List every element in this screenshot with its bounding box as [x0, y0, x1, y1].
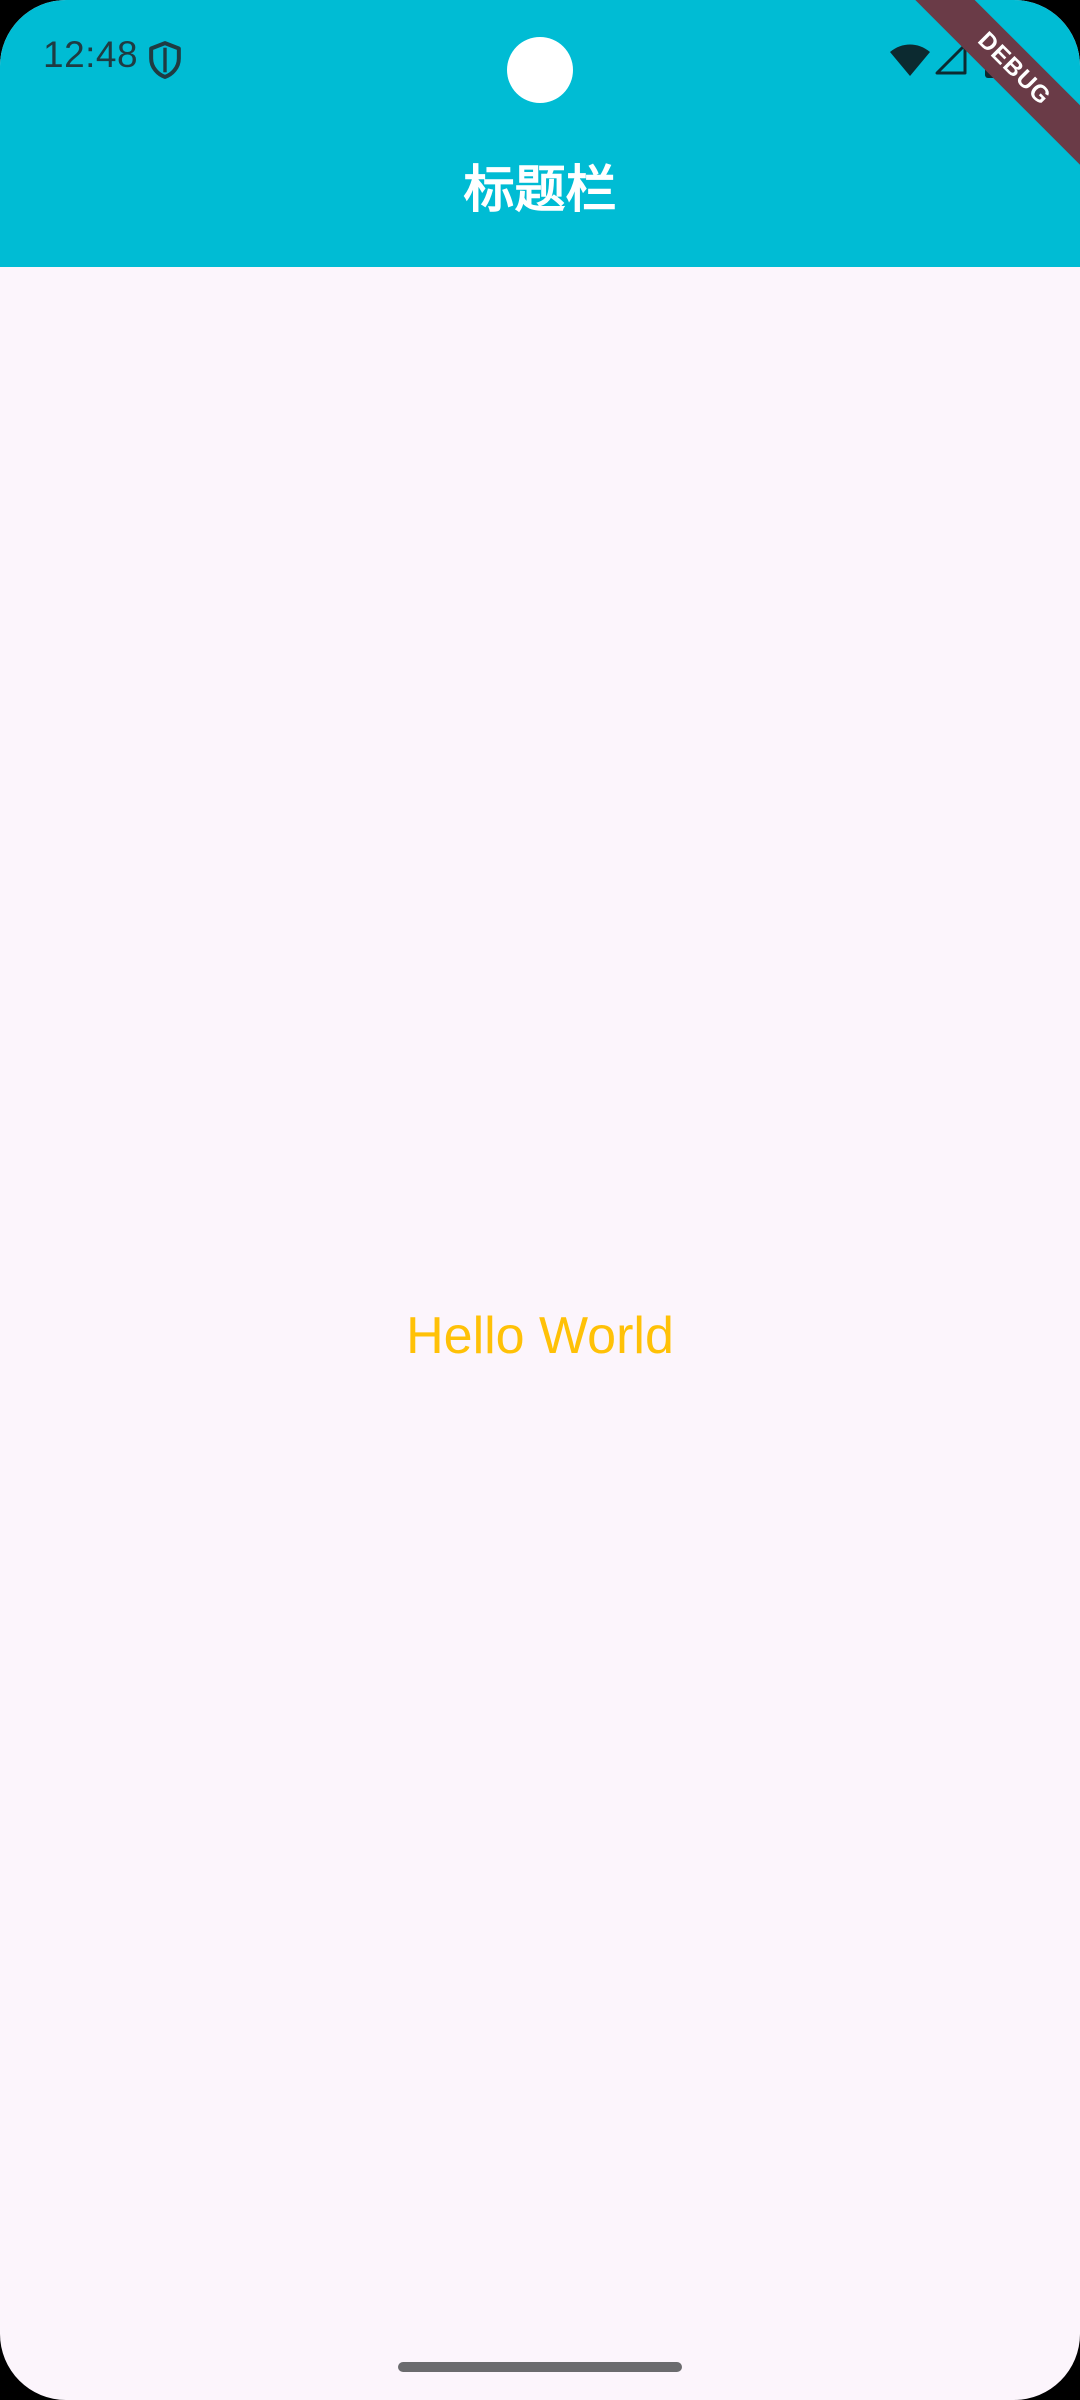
page-title: 标题栏 [463, 161, 617, 218]
camera-cutout [507, 37, 573, 103]
app-screen: 12:48 标题栏 DEBUG Hello World [0, 0, 1080, 2400]
status-bar: 12:48 [0, 0, 1080, 120]
hello-world-text: Hello World [406, 1307, 674, 1365]
app-bar: 12:48 标题栏 [0, 0, 1080, 267]
status-time: 12:48 [43, 34, 139, 75]
home-indicator[interactable] [398, 2362, 682, 2372]
shield-icon [149, 41, 181, 79]
wifi-icon [890, 44, 930, 76]
